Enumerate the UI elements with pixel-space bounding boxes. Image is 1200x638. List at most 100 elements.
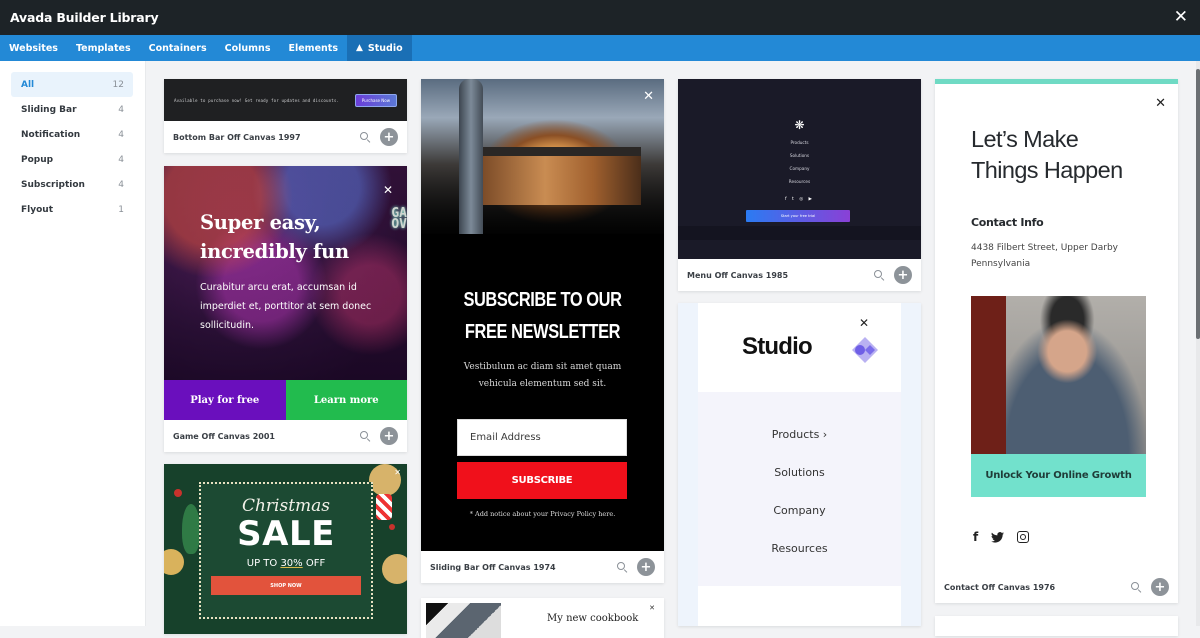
template-card-sliding-bar[interactable]: ✕ SUBSCRIBE TO OUR FREE NEWSLETTER Vesti… <box>421 79 664 583</box>
preview-search-icon[interactable] <box>1129 580 1143 594</box>
menu-item-label: Products <box>771 428 820 441</box>
template-card-bottom-bar[interactable]: Available to purchase now! Get ready for… <box>164 79 407 153</box>
twitter-icon <box>991 531 1005 543</box>
preview-search-icon[interactable] <box>872 268 886 282</box>
preview-strip <box>678 226 921 240</box>
offer-text: UP TO 30% OFF <box>201 558 371 569</box>
studio-footer-area <box>698 586 901 626</box>
sidebar-item-count: 12 <box>112 79 124 90</box>
template-preview[interactable]: Studio ✕ Products › Solutions Company Re… <box>678 303 921 626</box>
template-preview[interactable]: GA OV ✕ Super easy, incredibly fun Curabi… <box>164 166 407 420</box>
preview-search-icon[interactable] <box>615 560 629 574</box>
template-card-studio[interactable]: Studio ✕ Products › Solutions Company Re… <box>678 303 921 626</box>
sidebar-item-label: Sliding Bar <box>21 104 77 115</box>
heading-line: Things Happen <box>971 157 1123 183</box>
template-name: Menu Off Canvas 1985 <box>687 270 789 280</box>
tab-elements[interactable]: Elements <box>279 35 347 61</box>
card-footer: Contact Off Canvas 1976 + <box>935 571 1178 603</box>
social-icons: f t ◎ ▶ <box>784 197 815 202</box>
ornament-decoration <box>382 554 407 584</box>
menu-item: Resources <box>771 542 828 555</box>
purchase-now-button: Purchase Now <box>354 93 397 107</box>
sidebar-item-count: 4 <box>118 154 124 165</box>
add-template-button[interactable]: + <box>637 558 655 576</box>
chevron-right-icon: › <box>822 428 828 441</box>
sidebar-item-subscription[interactable]: Subscription 4 <box>11 172 133 197</box>
shop-now-button: SHOP NOW <box>211 576 361 595</box>
template-card-game[interactable]: GA OV ✕ Super easy, incredibly fun Curabi… <box>164 166 407 452</box>
sidebar-item-popup[interactable]: Popup 4 <box>11 147 133 172</box>
template-card-christmas[interactable]: ✕ Christmas SALE UP TO 30% OFF SHOP NOW <box>164 464 407 634</box>
tab-studio[interactable]: ▲ Studio <box>346 35 412 61</box>
candy-cane-decoration <box>376 494 392 520</box>
template-preview[interactable]: My new cookbook ✕ <box>421 598 664 638</box>
template-preview[interactable]: ✕ Christmas SALE UP TO 30% OFF SHOP NOW <box>164 464 407 634</box>
add-template-button[interactable]: + <box>380 128 398 146</box>
close-icon: ✕ <box>382 183 393 197</box>
template-preview[interactable]: ✕ Let’s Make Things Happen Contact Info … <box>935 79 1178 571</box>
menu-item: Solutions <box>774 466 825 479</box>
close-icon[interactable]: ✕ <box>1174 9 1188 26</box>
sidebar-item-count: 4 <box>118 104 124 115</box>
learn-more-button: Learn more <box>285 380 407 420</box>
tab-label: Elements <box>288 42 338 54</box>
sidebar-item-label: Flyout <box>21 204 53 215</box>
offer-prefix: UP TO <box>246 558 281 569</box>
card-footer: Sliding Bar Off Canvas 1974 + <box>421 551 664 583</box>
newsletter-heading: SUBSCRIBE TO OUR FREE NEWSLETTER <box>443 284 642 348</box>
studio-logo: Studio <box>742 333 813 360</box>
contact-address: 4438 Filbert Street, Upper Darby Pennsyl… <box>971 240 1118 272</box>
sidebar-item-label: Subscription <box>21 179 85 190</box>
template-preview[interactable]: ✕ SUBSCRIBE TO OUR FREE NEWSLETTER Vesti… <box>421 79 664 551</box>
tab-templates[interactable]: Templates <box>67 35 140 61</box>
body-line: Vestibulum ac diam sit amet quam <box>463 362 622 372</box>
tab-label: Containers <box>148 42 207 54</box>
add-template-button[interactable]: + <box>1151 578 1169 596</box>
studio-menu: Products › Solutions Company Resources <box>698 392 901 586</box>
instagram-icon <box>1017 531 1030 543</box>
preview-search-icon[interactable] <box>358 429 372 443</box>
tab-label: Columns <box>224 42 271 54</box>
menu-item-products: Products › <box>698 428 901 441</box>
announcement-text: Available to purchase now! Get ready for… <box>174 97 340 103</box>
play-for-free-button: Play for free <box>164 380 286 420</box>
sale-box: Christmas SALE UP TO 30% OFF SHOP NOW <box>199 482 373 619</box>
sidebar-item-label: Popup <box>21 154 54 165</box>
template-preview[interactable]: Available to purchase now! Get ready for… <box>164 79 407 121</box>
preview-search-icon[interactable] <box>358 130 372 144</box>
address-line: Pennsylvania <box>971 259 1031 269</box>
body-line: vehicula elementum sed sit. <box>478 379 607 389</box>
scrollbar-track[interactable] <box>1196 61 1200 626</box>
menu-logo-icon: ❋ <box>794 118 805 132</box>
template-card-contact[interactable]: ✕ Let’s Make Things Happen Contact Info … <box>935 79 1178 603</box>
social-icons: f <box>973 530 1030 544</box>
sidebar-item-sliding-bar[interactable]: Sliding Bar 4 <box>11 97 133 122</box>
sidebar-item-all[interactable]: All 12 <box>11 72 133 97</box>
tab-containers[interactable]: Containers <box>140 35 216 61</box>
add-template-button[interactable]: + <box>380 427 398 445</box>
library-body: All 12 Sliding Bar 4 Notification 4 Popu… <box>0 61 1200 638</box>
sidebar-item-count: 4 <box>118 129 124 140</box>
tab-websites[interactable]: Websites <box>0 35 67 61</box>
template-card-next[interactable] <box>935 616 1178 636</box>
tab-columns[interactable]: Columns <box>216 35 280 61</box>
heading-line: SUBSCRIBE TO OUR <box>463 289 622 311</box>
template-card-cookbook[interactable]: My new cookbook ✕ <box>421 598 664 638</box>
menu-item: Resources <box>788 179 811 184</box>
contact-info-title: Contact Info <box>971 216 1044 229</box>
scrollbar-thumb[interactable] <box>1196 69 1200 339</box>
template-card-menu[interactable]: ❋ Products Solutions Company Resources f… <box>678 79 921 291</box>
close-icon: ✕ <box>649 604 655 612</box>
add-template-button[interactable]: + <box>894 266 912 284</box>
template-name: Bottom Bar Off Canvas 1997 <box>173 132 301 142</box>
facebook-icon: f <box>973 530 979 544</box>
tab-label: Templates <box>75 42 131 54</box>
template-grid: Available to purchase now! Get ready for… <box>146 61 1200 638</box>
heading-line: incredibly fun <box>200 240 349 263</box>
address-line: 4438 Filbert Street, Upper Darby <box>971 243 1118 253</box>
template-name: Contact Off Canvas 1976 <box>944 582 1056 592</box>
template-preview[interactable]: ❋ Products Solutions Company Resources f… <box>678 79 921 259</box>
sidebar-item-flyout[interactable]: Flyout 1 <box>11 197 133 222</box>
sidebar-item-notification[interactable]: Notification 4 <box>11 122 133 147</box>
cookbook-title: My new cookbook <box>547 613 639 624</box>
